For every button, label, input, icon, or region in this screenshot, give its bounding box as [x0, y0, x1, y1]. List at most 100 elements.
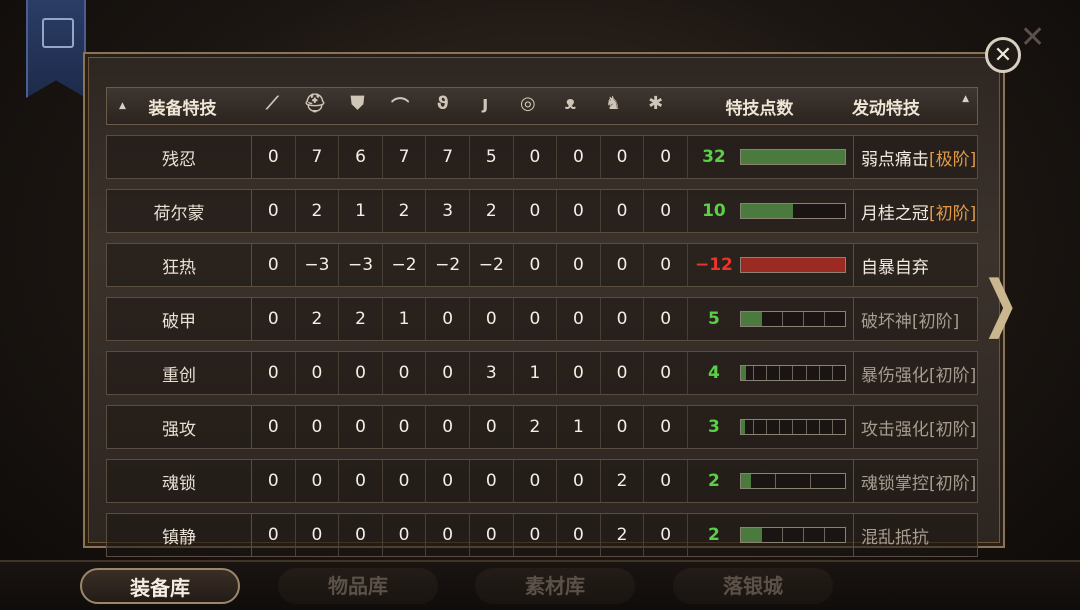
bar-segment — [780, 420, 794, 434]
active-skill: 暴伤强化 [初阶] — [854, 352, 977, 394]
points-progress — [739, 514, 854, 556]
table-body: 残忍 0 7 6 7 7 5 0 0 0 0 32 弱点痛击 [极阶] 荷尔蒙 0 2 1 2 3 2 0 0 0 0 10 月桂之… — [106, 135, 978, 557]
slot-value: 0 — [296, 406, 340, 448]
shoulder-icon: ⌒ — [391, 97, 410, 118]
points-progress — [739, 406, 854, 448]
progress-fill — [740, 420, 745, 434]
bar-segment — [793, 366, 807, 380]
mask-icon: ᴥ — [564, 93, 576, 114]
close-icon-shadow: ✕ — [1020, 20, 1046, 55]
skill-name: 重创 — [107, 352, 252, 394]
sword-icon: ⟋ — [265, 93, 279, 114]
progress-fill — [740, 366, 747, 380]
name-column-header[interactable]: ▲ 装备特技 — [107, 88, 251, 124]
skill-effect-name: 自暴自弃 — [860, 257, 929, 278]
slot-value: −3 — [339, 244, 383, 286]
slot-value: 0 — [339, 514, 383, 556]
skill-effect-name: 攻击强化 — [860, 419, 929, 440]
table-row[interactable]: 魂锁 0 0 0 0 0 0 0 0 2 0 2 魂锁掌控 [初阶] — [106, 459, 978, 503]
boots-icon: ȷ — [482, 93, 489, 114]
skill-table: ▲ 装备特技 ⟋ ⛑ ⛊ ⌒ ϑ ȷ ◎ ᴥ ♞ ✱ 特技点数 发动特技 ▲ 残忍 0 7 6 7 7 5 0 0… — [106, 87, 978, 557]
bar-segment — [780, 366, 794, 380]
slot-value: 0 — [644, 406, 688, 448]
slot-value: 0 — [252, 460, 296, 502]
table-row[interactable]: 镇静 0 0 0 0 0 0 0 0 2 0 2 混乱抵抗 — [106, 513, 978, 557]
slot-value: 0 — [383, 352, 427, 394]
table-row[interactable]: 荷尔蒙 0 2 1 2 3 2 0 0 0 0 10 月桂之冠 [初阶] — [106, 189, 978, 233]
slot-value: 2 — [470, 190, 514, 232]
skill-points: 4 — [708, 363, 720, 383]
skill-name: 强攻 — [107, 406, 252, 448]
table-row[interactable]: 残忍 0 7 6 7 7 5 0 0 0 0 32 弱点痛击 [极阶] — [106, 135, 978, 179]
active-skill: 弱点痛击 [极阶] — [854, 136, 977, 178]
slot-value: 2 — [601, 514, 645, 556]
progress-fill — [740, 204, 793, 218]
bar-segment — [833, 366, 845, 380]
slot-value: 0 — [383, 514, 427, 556]
slot-value: 2 — [514, 406, 558, 448]
bar-segment — [807, 366, 820, 380]
skill-column-label: 发动特技 — [851, 98, 920, 119]
slot-value: 0 — [644, 190, 688, 232]
slot-value: 0 — [470, 406, 514, 448]
skill-name: 破甲 — [107, 298, 252, 340]
slot-value: 0 — [426, 298, 470, 340]
slot-value: 0 — [252, 352, 296, 394]
emblem-icon — [42, 18, 74, 48]
guild-banner[interactable] — [26, 0, 86, 98]
active-skill: 攻击强化 [初阶] — [854, 406, 977, 448]
slot-value: 5 — [470, 136, 514, 178]
table-row[interactable]: 狂热 0 −3 −3 −2 −2 −2 0 0 0 0 −12 自暴自弃 — [106, 243, 978, 287]
bar-segment — [754, 420, 768, 434]
skill-tier: [初阶] — [928, 419, 977, 440]
slot-value: −3 — [296, 244, 340, 286]
slot-value: 0 — [252, 514, 296, 556]
slot-value: 0 — [470, 514, 514, 556]
skill-effect-name: 破坏神 — [860, 311, 912, 332]
tab-equipment[interactable]: 装备库 — [80, 568, 240, 604]
progress-bar — [739, 527, 846, 543]
skill-name: 残忍 — [107, 136, 252, 178]
skill-tier: [极阶] — [928, 149, 977, 170]
bar-segment — [762, 312, 783, 326]
slot-value: −2 — [426, 244, 470, 286]
slot-value: 2 — [383, 190, 427, 232]
skill-tier: [初阶] — [928, 473, 977, 494]
progress-fill — [740, 312, 762, 326]
skill-effect-name: 月桂之冠 — [860, 203, 929, 224]
slot-value: 7 — [296, 136, 340, 178]
tab-items[interactable]: 物品库 — [278, 568, 438, 604]
progress-bar — [739, 419, 846, 435]
bar-segment — [783, 528, 804, 542]
next-page-arrow-icon[interactable]: ❯ — [982, 268, 1019, 339]
skill-tier: [初阶] — [928, 365, 977, 386]
bar-segment — [776, 474, 811, 488]
points-progress — [739, 136, 854, 178]
slot-value: 0 — [514, 514, 558, 556]
slot-value: 0 — [426, 406, 470, 448]
slot-value: −2 — [383, 244, 427, 286]
slot-value: 0 — [252, 406, 296, 448]
slot-value: 0 — [252, 190, 296, 232]
bar-segment — [804, 528, 825, 542]
table-row[interactable]: 强攻 0 0 0 0 0 0 2 1 0 0 3 攻击强化 [初阶] — [106, 405, 978, 449]
tab-materials[interactable]: 素材库 — [475, 568, 635, 604]
skill-effect-name: 弱点痛击 — [860, 149, 929, 170]
slot-value: 0 — [296, 514, 340, 556]
skill-tier: [初阶] — [911, 311, 960, 332]
slot-value: 0 — [383, 460, 427, 502]
slot-value: 0 — [557, 352, 601, 394]
bar-segment — [825, 528, 845, 542]
table-header: ▲ 装备特技 ⟋ ⛑ ⛊ ⌒ ϑ ȷ ◎ ᴥ ♞ ✱ 特技点数 发动特技 ▲ — [106, 87, 978, 125]
skill-name: 荷尔蒙 — [107, 190, 252, 232]
tab-silver-city[interactable]: 落银城 — [673, 568, 833, 604]
close-button[interactable]: ✕ — [985, 37, 1021, 73]
slot-value: 0 — [514, 190, 558, 232]
skill-column-header[interactable]: 发动特技 ▲ — [842, 94, 977, 119]
slot-value: 0 — [557, 298, 601, 340]
slot-value: 7 — [426, 136, 470, 178]
table-row[interactable]: 重创 0 0 0 0 0 3 1 0 0 0 4 暴伤强化 [初阶] — [106, 351, 978, 395]
points-progress — [739, 298, 854, 340]
table-row[interactable]: 破甲 0 2 2 1 0 0 0 0 0 0 5 破坏神 [初阶] — [106, 297, 978, 341]
name-column-label: 装备特技 — [148, 98, 217, 119]
